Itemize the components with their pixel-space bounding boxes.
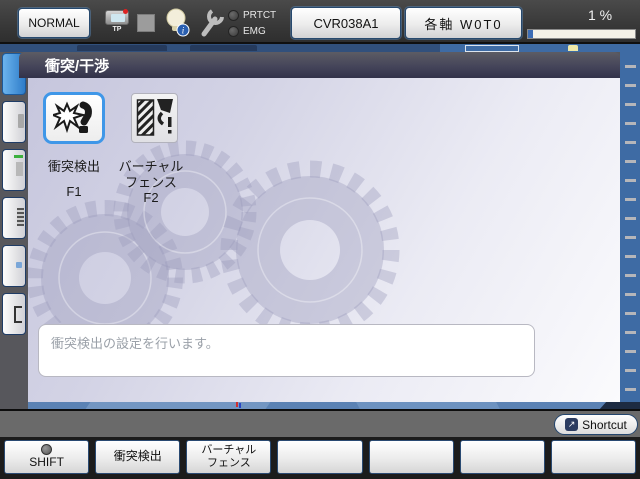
shift-led-icon — [41, 444, 53, 456]
fkey-virtual-fence-line2: フェンス — [206, 457, 251, 469]
background-yellow-tab — [568, 45, 578, 51]
sidebar-button-icon-fragment — [14, 155, 23, 158]
shortcut-arrow-icon: ↗ — [565, 418, 579, 431]
motion-mode-button[interactable]: 各軸 W0T0 — [405, 7, 522, 39]
program-name-button[interactable]: CVR038A1 — [291, 7, 401, 39]
virtual-fence-label-line2: フェンス — [125, 175, 177, 190]
background-tab — [190, 45, 257, 51]
sidebar-button-3[interactable] — [2, 149, 26, 191]
sidebar-button-icon-fragment — [16, 262, 22, 268]
mode-button[interactable]: NORMAL — [18, 8, 90, 38]
message-text: 衝突検出の設定を行います。 — [51, 336, 219, 351]
virtual-fence-icon — [136, 99, 173, 136]
viewport-shape — [356, 402, 500, 409]
shortcut-button[interactable]: ↗ Shortcut — [554, 414, 638, 435]
fkey-blank-4[interactable] — [277, 440, 363, 474]
viewport-shape — [599, 402, 640, 409]
fkey-blank-7[interactable] — [550, 440, 636, 474]
sidebar-button-icon-fragment — [16, 162, 23, 176]
tp-status-dot — [123, 9, 128, 14]
sidebar-button-icon-fragment — [18, 114, 24, 128]
fkey-shift-label: SHIFT — [29, 455, 64, 470]
background-tab — [77, 45, 167, 51]
fkey-collision-detect[interactable]: 衝突検出 — [95, 440, 181, 474]
prtct-indicator: PRTCT — [228, 9, 290, 21]
fkey-virtual-fence[interactable]: バーチャル フェンス — [186, 440, 272, 474]
viewport-axis-blue — [239, 403, 241, 408]
function-key-row: SHIFT 衝突検出 バーチャル フェンス — [0, 437, 640, 479]
speed-progress-bar — [527, 29, 636, 39]
emg-label: EMG — [243, 25, 266, 37]
speed-value: 1 % — [587, 7, 613, 23]
wrench-icon — [197, 8, 225, 38]
fkey-blank-6[interactable] — [459, 440, 545, 474]
emg-led — [228, 25, 239, 37]
fkey-blank-5[interactable] — [368, 440, 454, 474]
sidebar-button-icon-fragment — [14, 306, 22, 323]
sidebar-button-4[interactable] — [2, 197, 26, 239]
teach-pendant-icon: TP — [104, 9, 130, 34]
background-outlined-tab — [465, 45, 519, 52]
virtual-fence-fkey: F2 — [143, 190, 159, 205]
shortcut-label: Shortcut — [582, 417, 627, 432]
fkey-shift[interactable]: SHIFT — [4, 440, 90, 474]
background-screen-top-strip — [0, 44, 640, 52]
sidebar-button-5[interactable] — [2, 245, 26, 287]
tp-device-body — [105, 9, 129, 25]
dialog-content: 衝突検出 F1 バーチャル フェンス F2 衝突検出の設定を行います。 — [28, 78, 620, 402]
emg-indicator: EMG — [228, 25, 290, 37]
fkey-collision-label: 衝突検出 — [113, 449, 162, 464]
left-sidebar — [0, 52, 28, 409]
teach-pendant-screen: NORMAL TP i PRTCT EMG CVR038A1 各軸 W0T0 1… — [0, 0, 640, 479]
dialog-title-bar: 衝突/干渉 — [19, 52, 620, 78]
collision-burst-icon — [53, 101, 92, 134]
collision-detect-button[interactable] — [43, 92, 105, 144]
virtual-fence-button[interactable] — [131, 93, 178, 143]
bottom-chrome-bar: ↗ Shortcut — [0, 409, 640, 437]
message-box: 衝突検出の設定を行います。 — [38, 324, 535, 377]
background-scrollbar-strip — [620, 52, 640, 403]
blank-square-icon — [137, 14, 155, 32]
scrollbar-ticks — [625, 55, 636, 400]
lamp-info-icon: i — [165, 8, 191, 38]
fkey-virtual-fence-line1: バーチャル — [201, 444, 257, 457]
speed-progress-fill — [528, 30, 533, 38]
top-status-bar: NORMAL TP i PRTCT EMG CVR038A1 各軸 W0T0 1… — [0, 0, 640, 44]
prtct-label: PRTCT — [243, 9, 277, 21]
prtct-led — [228, 9, 239, 21]
sidebar-button-6[interactable] — [2, 293, 26, 335]
tp-label: TP — [112, 26, 122, 33]
viewport-shape — [85, 402, 271, 409]
background-viewport-strip — [28, 402, 640, 409]
viewport-axis-red — [236, 402, 238, 407]
dialog-title: 衝突/干渉 — [45, 57, 110, 75]
sidebar-button-2[interactable] — [2, 101, 26, 143]
sidebar-button-icon-fragment — [17, 208, 24, 226]
tp-screen — [111, 14, 125, 22]
